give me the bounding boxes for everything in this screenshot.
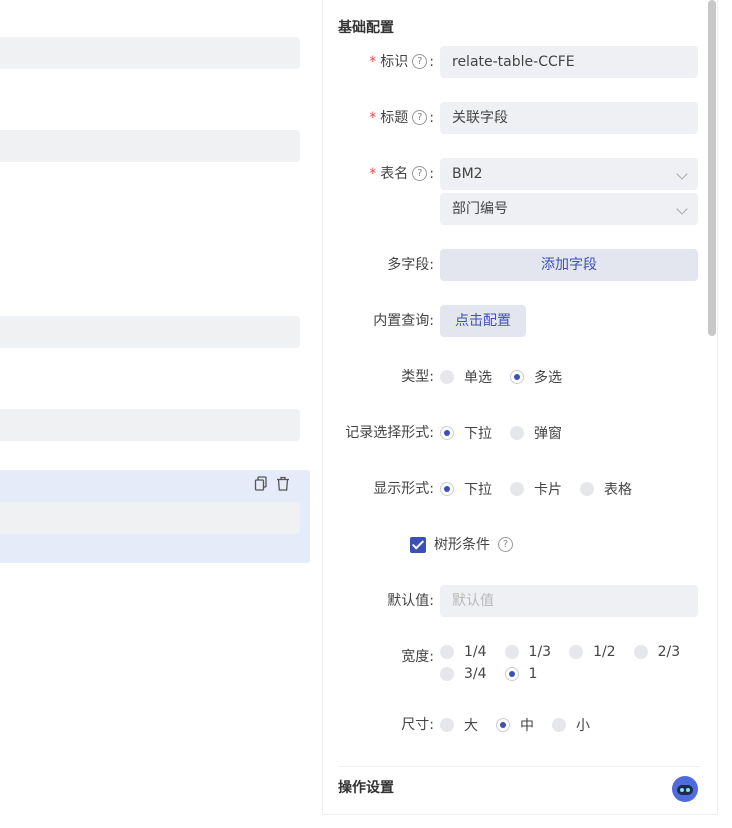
selected-field-block[interactable] xyxy=(0,470,310,563)
help-icon[interactable]: ? xyxy=(412,109,428,125)
radio-display-table[interactable]: 表格 xyxy=(580,479,632,499)
radio-circle-selected xyxy=(496,718,510,732)
delete-icon[interactable] xyxy=(276,476,290,492)
radio-circle-selected xyxy=(440,426,454,440)
width-label: 宽度: xyxy=(401,649,434,665)
assistant-robot-icon[interactable] xyxy=(672,776,698,802)
help-icon[interactable]: ? xyxy=(412,165,428,181)
table-field-select-value: 部门编号 xyxy=(452,201,508,217)
radio-popup[interactable]: 弹窗 xyxy=(510,423,562,443)
form-canvas xyxy=(0,0,312,828)
table-label: * 表名?: xyxy=(369,165,434,182)
radio-size-medium[interactable]: 中 xyxy=(496,715,534,735)
record-mode-radio-group: 下拉 弹窗 xyxy=(440,422,580,444)
id-label: * 标识?: xyxy=(369,53,434,70)
chevron-down-icon xyxy=(676,168,688,180)
radio-single[interactable]: 单选 xyxy=(440,367,492,387)
radio-circle xyxy=(504,645,519,659)
tree-condition-label: 树形条件? xyxy=(434,534,513,556)
radio-circle xyxy=(633,645,648,659)
radio-width-1[interactable]: 1 xyxy=(504,666,537,682)
radio-width-1-4[interactable]: 1/4 xyxy=(440,644,487,660)
table-select[interactable]: BM2 xyxy=(440,158,698,190)
radio-dropdown[interactable]: 下拉 xyxy=(440,423,492,443)
radio-display-dropdown[interactable]: 下拉 xyxy=(440,479,492,499)
type-radio-group: 单选 多选 xyxy=(440,366,580,388)
tree-condition-checkbox[interactable] xyxy=(410,537,426,553)
basic-config-title: 基础配置 xyxy=(338,20,394,36)
radio-circle-selected xyxy=(510,370,524,384)
section-divider xyxy=(338,766,700,767)
radio-circle xyxy=(580,482,594,496)
id-input[interactable]: relate-table-CCFE xyxy=(440,46,698,78)
radio-size-small[interactable]: 小 xyxy=(552,715,590,735)
robot-face xyxy=(677,785,693,795)
radio-circle xyxy=(440,370,454,384)
radio-display-card[interactable]: 卡片 xyxy=(510,479,562,499)
help-icon[interactable]: ? xyxy=(498,536,513,552)
canvas-field-bar[interactable] xyxy=(0,409,300,441)
size-label: 尺寸: xyxy=(401,717,434,733)
display-mode-radio-group: 下拉 卡片 表格 xyxy=(440,478,650,500)
table-select-value: BM2 xyxy=(452,166,483,182)
radio-circle xyxy=(440,718,454,732)
operation-settings-title: 操作设置 xyxy=(338,780,394,796)
selected-field-bar[interactable] xyxy=(0,502,300,534)
default-value-placeholder: 默认值 xyxy=(452,593,494,609)
title-label: * 标题?: xyxy=(369,109,434,126)
radio-circle xyxy=(440,667,454,681)
add-field-button[interactable]: 添加字段 xyxy=(440,249,698,281)
multi-field-label: 多字段: xyxy=(387,257,434,273)
configure-query-button[interactable]: 点击配置 xyxy=(440,305,526,337)
radio-circle xyxy=(569,645,584,659)
chevron-down-icon xyxy=(676,203,688,215)
radio-width-1-2[interactable]: 1/2 xyxy=(569,644,616,660)
default-value-input[interactable]: 默认值 xyxy=(440,585,698,617)
record-mode-label: 记录选择形式: xyxy=(345,425,434,441)
radio-circle-selected xyxy=(504,667,519,681)
canvas-field-bar[interactable] xyxy=(0,130,300,162)
query-label: 内置查询: xyxy=(373,313,434,329)
canvas-field-bar[interactable] xyxy=(0,37,300,69)
radio-circle-selected xyxy=(440,482,454,496)
radio-circle xyxy=(552,718,566,732)
robot-eye xyxy=(686,788,690,792)
copy-icon[interactable] xyxy=(254,476,268,492)
display-mode-label: 显示形式: xyxy=(373,481,434,497)
radio-circle xyxy=(440,645,454,659)
radio-width-2-3[interactable]: 2/3 xyxy=(633,644,680,660)
radio-width-3-4[interactable]: 3/4 xyxy=(440,666,487,682)
canvas-field-bar[interactable] xyxy=(0,316,300,348)
type-label: 类型: xyxy=(401,369,434,385)
radio-circle xyxy=(510,482,524,496)
radio-width-1-3[interactable]: 1/3 xyxy=(504,644,551,660)
default-value-label: 默认值: xyxy=(387,593,434,609)
width-radio-group-row1: 1/4 1/3 1/2 2/3 xyxy=(440,641,680,663)
title-input[interactable]: 关联字段 xyxy=(440,102,698,134)
radio-size-large[interactable]: 大 xyxy=(440,715,478,735)
panel-scrollbar[interactable] xyxy=(708,0,716,336)
robot-eye xyxy=(680,788,684,792)
table-field-select[interactable]: 部门编号 xyxy=(440,193,698,225)
help-icon[interactable]: ? xyxy=(412,53,428,69)
size-radio-group: 大 中 小 xyxy=(440,714,608,736)
radio-multiple[interactable]: 多选 xyxy=(510,367,562,387)
radio-circle xyxy=(510,426,524,440)
width-radio-group-row2: 3/4 1 xyxy=(440,663,555,685)
